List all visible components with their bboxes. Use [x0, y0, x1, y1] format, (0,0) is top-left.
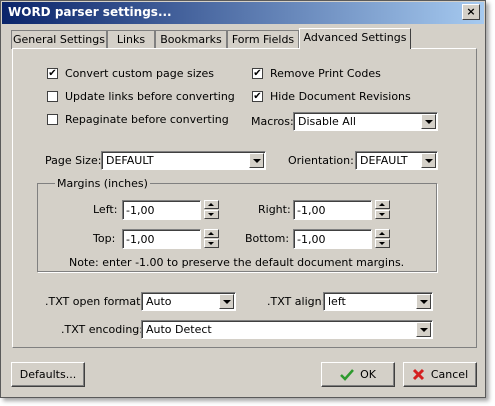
macros-label: Macros: — [251, 115, 294, 128]
tab-links[interactable]: Links — [107, 30, 155, 49]
update-links-checkbox[interactable]: Update links before converting — [47, 90, 235, 103]
chevron-down-icon[interactable] — [416, 294, 431, 309]
checkmark-icon — [340, 368, 354, 381]
checkbox-label: Update links before converting — [65, 90, 235, 103]
margin-bottom-input[interactable]: -1,00 — [293, 229, 372, 249]
chevron-down-icon[interactable] — [219, 294, 234, 309]
txt-encoding-select[interactable]: Auto Detect — [141, 320, 433, 339]
margin-right-label: Right: — [258, 203, 291, 216]
dialog-window: WORD parser settings... × General Settin… — [0, 0, 486, 398]
txt-open-format-label: .TXT open format: — [45, 295, 145, 308]
tab-advanced-settings[interactable]: Advanced Settings — [299, 28, 411, 49]
window-title: WORD parser settings... — [8, 5, 172, 19]
checkbox-checked: ✔ — [47, 68, 58, 79]
txt-align-value: left — [328, 295, 346, 308]
margin-top-input[interactable]: -1,00 — [122, 229, 201, 249]
checkbox-label: Repaginate before converting — [65, 113, 229, 126]
checkbox-label: Remove Print Codes — [270, 67, 381, 80]
checkbox-label: Hide Document Revisions — [270, 90, 411, 103]
margin-top-label: Top: — [93, 232, 116, 245]
spin-up-icon[interactable] — [375, 229, 390, 238]
orientation-select[interactable]: DEFAULT — [355, 151, 438, 170]
checkbox-checked: ✔ — [252, 91, 263, 102]
chevron-down-icon[interactable] — [416, 322, 431, 337]
title-bar[interactable]: WORD parser settings... × — [2, 2, 484, 24]
ok-button-label: OK — [360, 368, 376, 381]
spin-down-icon[interactable] — [375, 239, 390, 248]
margin-right-input[interactable]: -1,00 — [293, 200, 372, 220]
txt-align-label: .TXT align: — [267, 295, 326, 308]
chevron-down-icon[interactable] — [249, 153, 264, 168]
defaults-button-label: Defaults... — [19, 368, 77, 381]
margins-group-title: Margins (inches) — [55, 177, 150, 190]
cancel-button-label: Cancel — [430, 368, 469, 381]
spin-up-icon[interactable] — [204, 229, 219, 238]
txt-encoding-value: Auto Detect — [146, 323, 212, 336]
margin-right-value: -1,00 — [297, 204, 326, 217]
ok-button[interactable]: OK — [321, 362, 395, 387]
txt-align-select[interactable]: left — [323, 292, 433, 311]
cancel-button[interactable]: Cancel — [403, 362, 477, 387]
close-icon[interactable]: × — [462, 4, 480, 20]
spin-up-icon[interactable] — [204, 200, 219, 209]
spin-down-icon[interactable] — [204, 210, 219, 219]
chevron-down-icon[interactable] — [421, 153, 436, 168]
orientation-value: DEFAULT — [360, 154, 408, 167]
checkbox-label: Convert custom page sizes — [65, 67, 215, 80]
txt-open-format-select[interactable]: Auto — [141, 292, 236, 311]
hide-revisions-checkbox[interactable]: ✔ Hide Document Revisions — [252, 90, 411, 103]
macros-select[interactable]: Disable All — [293, 112, 438, 131]
page-size-value: DEFAULT — [106, 154, 154, 167]
margin-left-label: Left: — [93, 203, 118, 216]
tab-general-settings[interactable]: General Settings — [11, 30, 107, 49]
chevron-down-icon[interactable] — [421, 114, 436, 129]
page-size-select[interactable]: DEFAULT — [101, 151, 266, 170]
repaginate-checkbox[interactable]: Repaginate before converting — [47, 113, 229, 126]
spin-up-icon[interactable] — [375, 200, 390, 209]
tab-form-fields[interactable]: Form Fields — [227, 30, 299, 49]
margin-left-value: -1,00 — [126, 204, 155, 217]
margin-top-value: -1,00 — [126, 233, 155, 246]
remove-print-codes-checkbox[interactable]: ✔ Remove Print Codes — [252, 67, 381, 80]
margin-bottom-value: -1,00 — [297, 233, 326, 246]
orientation-label: Orientation: — [288, 154, 354, 167]
spin-down-icon[interactable] — [204, 239, 219, 248]
checkbox-unchecked — [47, 114, 58, 125]
cross-icon — [412, 368, 424, 381]
tab-bookmarks[interactable]: Bookmarks — [155, 30, 227, 49]
macros-value: Disable All — [298, 115, 356, 128]
txt-encoding-label: .TXT encoding: — [61, 323, 143, 336]
margins-note: Note: enter -1.00 to preserve the defaul… — [69, 256, 405, 269]
defaults-button[interactable]: Defaults... — [11, 362, 85, 387]
convert-custom-page-sizes-checkbox[interactable]: ✔ Convert custom page sizes — [47, 67, 214, 80]
margin-left-input[interactable]: -1,00 — [122, 200, 201, 220]
checkbox-checked: ✔ — [252, 68, 263, 79]
txt-open-format-value: Auto — [146, 295, 172, 308]
checkbox-unchecked — [47, 91, 58, 102]
spin-down-icon[interactable] — [375, 210, 390, 219]
page-size-label: Page Size: — [45, 154, 102, 167]
margin-bottom-label: Bottom: — [245, 232, 290, 245]
